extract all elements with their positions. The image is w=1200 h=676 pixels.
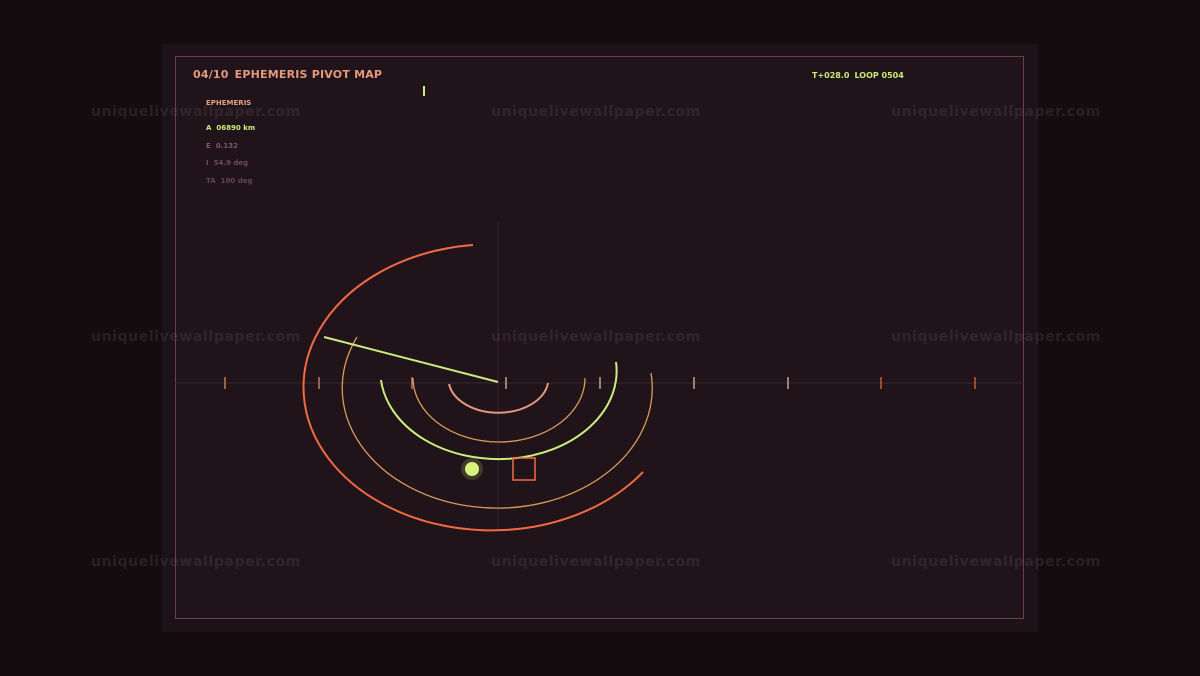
watermark: uniquelivewallpaper.com	[491, 104, 701, 120]
active-orbit-ring	[380, 361, 618, 461]
watermark: uniquelivewallpaper.com	[891, 329, 1101, 345]
watermark: uniquelivewallpaper.com	[891, 554, 1101, 570]
watermark: uniquelivewallpaper.com	[891, 104, 1101, 120]
orbit-ring-3	[341, 336, 653, 509]
pivot-arm	[323, 336, 499, 383]
watermark: uniquelivewallpaper.com	[491, 329, 701, 345]
watermark: uniquelivewallpaper.com	[91, 104, 301, 120]
orbit-ring-2	[412, 377, 586, 443]
outer-orbit-ring	[302, 244, 644, 532]
watermark: uniquelivewallpaper.com	[91, 329, 301, 345]
target-marker-icon	[512, 457, 536, 481]
watermark: uniquelivewallpaper.com	[91, 554, 301, 570]
watermark: uniquelivewallpaper.com	[491, 554, 701, 570]
orbit-body-icon	[465, 462, 479, 476]
screen: 04/10 EPHEMERIS PIVOT MAP T+028.0 LOOP 050…	[0, 0, 1200, 676]
